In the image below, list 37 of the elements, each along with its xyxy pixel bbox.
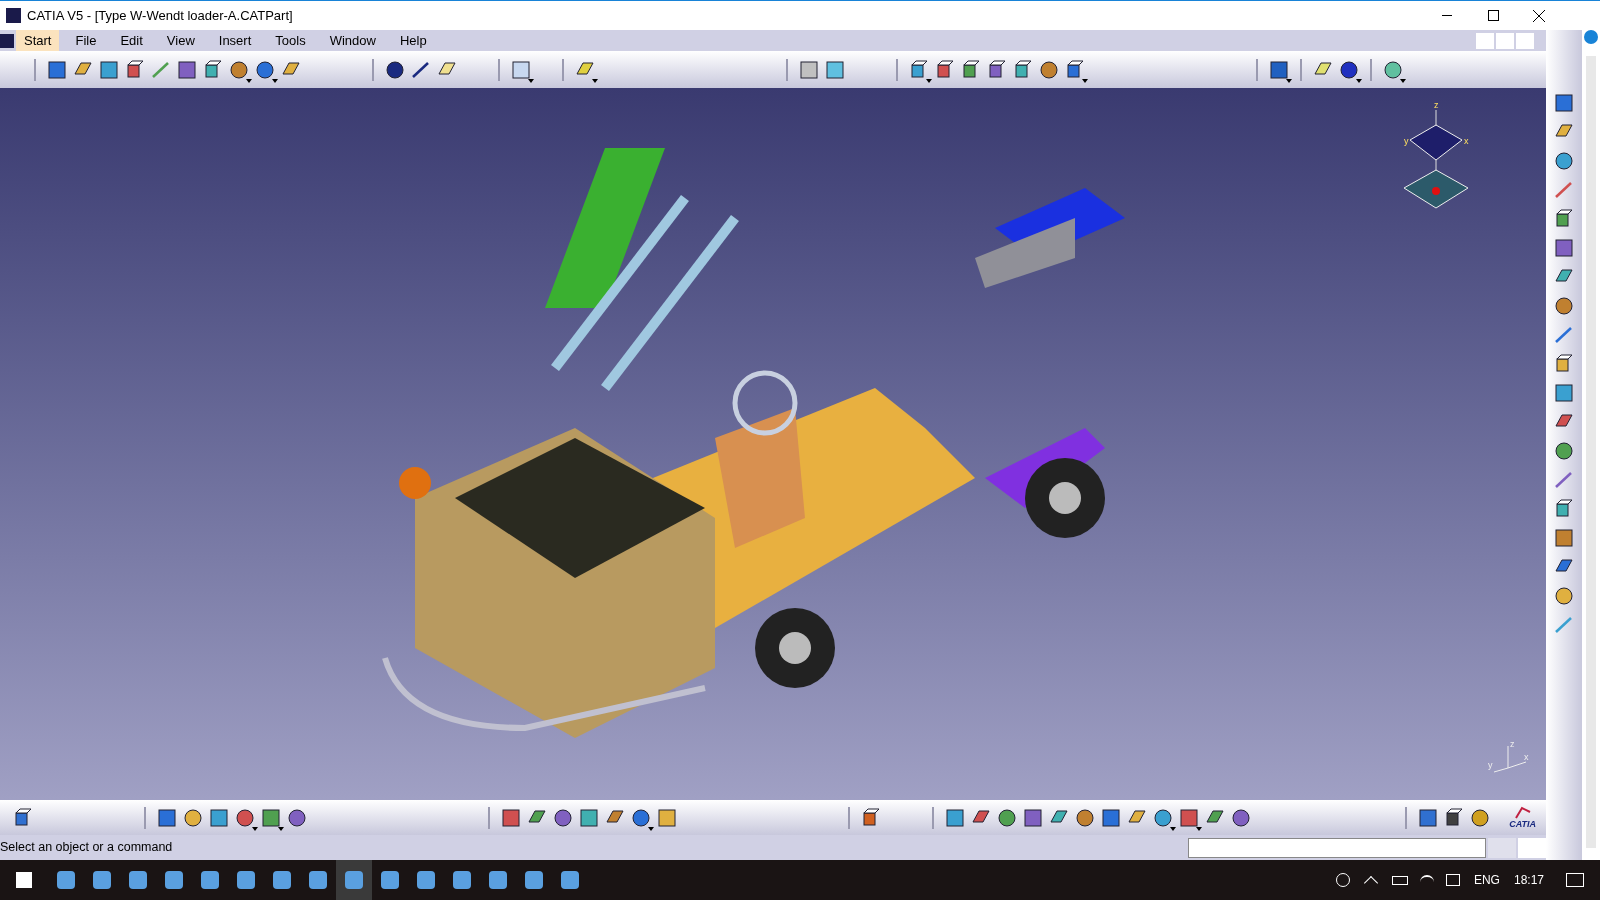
- notification-icon[interactable]: [1566, 873, 1584, 887]
- menu-item[interactable]: File: [67, 30, 105, 51]
- app-logo-icon: [6, 8, 21, 23]
- close-icon[interactable]: [1533, 9, 1545, 22]
- dropdown-arrow-icon[interactable]: [1400, 78, 1406, 83]
- menu-item[interactable]: Start: [16, 30, 60, 51]
- clock[interactable]: 18:17: [1513, 871, 1544, 889]
- dropdown-arrow-icon[interactable]: [272, 78, 278, 83]
- menu-item[interactable]: Window: [321, 30, 384, 51]
- menu-item[interactable]: Insert: [210, 30, 260, 51]
- language-indicator[interactable]: ENG: [1473, 871, 1500, 889]
- dropdown-arrow-icon[interactable]: [926, 78, 932, 83]
- dropdown-arrow-icon[interactable]: [246, 78, 252, 83]
- status-message: Select an object or a command: [0, 839, 173, 857]
- dropdown-arrow-icon[interactable]: [1082, 78, 1088, 83]
- dropdown-arrow-icon[interactable]: [648, 826, 654, 831]
- command-input-field[interactable]: [1188, 837, 1486, 858]
- app-logo-icon: [0, 33, 14, 48]
- catia-logo: CATIA: [1509, 806, 1536, 829]
- 3d-viewport[interactable]: z y x z x y: [0, 88, 1546, 800]
- dropdown-arrow-icon[interactable]: [1356, 78, 1362, 83]
- battery-icon[interactable]: [1391, 875, 1408, 885]
- menu-item[interactable]: Help: [391, 30, 435, 51]
- point-icon[interactable]: [384, 58, 406, 81]
- window-title: CATIA V5 - [Type W-Wendt loader-A.CATPart]: [27, 6, 293, 25]
- compass-drawing[interactable]: z y x: [1396, 100, 1476, 215]
- axis-triad-drawing: z x y: [1488, 738, 1532, 774]
- dropdown-arrow-icon[interactable]: [278, 826, 284, 831]
- dropdown-arrow-icon[interactable]: [528, 78, 534, 83]
- menu-item[interactable]: Edit: [112, 30, 151, 51]
- dropdown-arrow-icon[interactable]: [1170, 826, 1176, 831]
- menu-item[interactable]: Tools: [267, 30, 314, 51]
- dropdown-arrow-icon[interactable]: [1196, 826, 1202, 831]
- dropdown-arrow-icon[interactable]: [252, 826, 258, 831]
- menu-item[interactable]: View: [158, 30, 203, 51]
- dropdown-arrow-icon[interactable]: [1286, 78, 1292, 83]
- dropdown-arrow-icon[interactable]: [592, 78, 598, 83]
